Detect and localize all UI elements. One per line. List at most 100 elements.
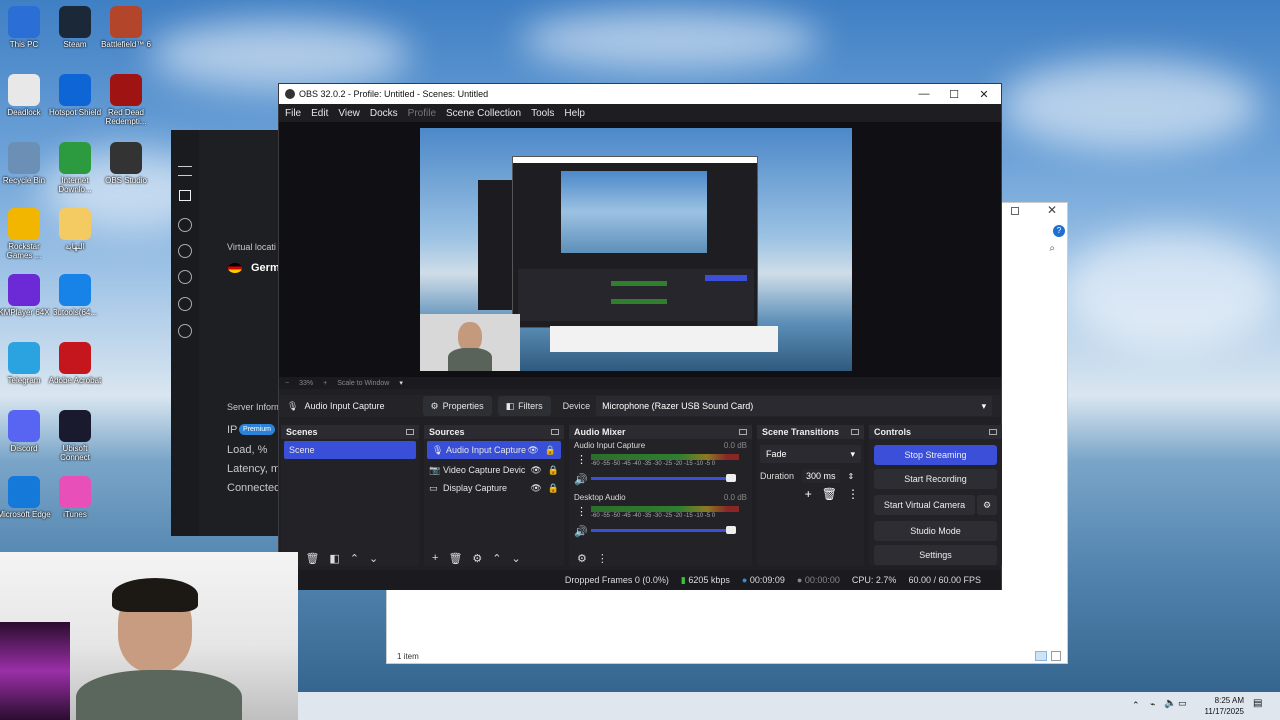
start-recording-button[interactable]: Start Recording <box>874 469 997 489</box>
desktop-icon[interactable]: Internet Downlo... <box>47 142 103 194</box>
menu-tools[interactable]: Tools <box>531 108 554 119</box>
desktop-icon[interactable]: Battlefield™ 6 <box>98 6 154 49</box>
menu-help[interactable]: Help <box>564 108 585 119</box>
remove-source-button[interactable]: 🗑 <box>448 552 462 565</box>
minimize-button[interactable]: — <box>909 84 939 104</box>
desktop-icon[interactable]: Red Dead Redempti... <box>98 74 154 126</box>
zoom-in-button[interactable]: + <box>323 380 327 387</box>
move-down-icon[interactable]: ⌄ <box>369 552 378 565</box>
menu-edit[interactable]: Edit <box>311 108 328 119</box>
speaker-icon[interactable]: 🔊 <box>574 525 588 538</box>
dock-float-icon[interactable] <box>851 429 859 435</box>
scale-mode[interactable]: Scale to Window <box>337 380 389 387</box>
eye-icon[interactable]: 👁 <box>530 483 541 494</box>
device-select[interactable]: Microphone (Razer USB Sound Card) ▾ <box>596 396 993 416</box>
source-item-audio[interactable]: 🎙 Audio Input Capture 👁 🔒 <box>427 441 561 459</box>
preview-canvas[interactable] <box>420 128 852 371</box>
remove-transition-button[interactable]: 🗑 <box>822 487 837 501</box>
settings-button[interactable]: Settings <box>874 545 997 565</box>
remove-scene-button[interactable]: 🗑 <box>305 552 319 565</box>
stop-streaming-button[interactable]: Stop Streaming <box>874 445 997 465</box>
close-button[interactable]: ✕ <box>969 84 999 104</box>
speaker-icon[interactable]: 🔊 <box>574 473 588 486</box>
notifications-icon[interactable]: ▤ <box>1253 698 1262 709</box>
properties-button[interactable]: ⚙ Properties <box>422 396 492 416</box>
transition-menu-icon[interactable]: ⋮ <box>847 487 859 501</box>
desktop-icon[interactable]: This PC <box>0 6 52 49</box>
desktop-icon[interactable]: Recycle Bin <box>0 142 52 185</box>
info-icon[interactable] <box>178 270 192 284</box>
dock-float-icon[interactable] <box>739 429 747 435</box>
dock-float-icon[interactable] <box>989 429 997 435</box>
source-item-video[interactable]: 📷 Video Capture Devic 👁 🔒 <box>424 461 564 479</box>
zoom-out-button[interactable]: − <box>285 380 289 387</box>
desktop-icon[interactable]: OBS Studio <box>98 142 154 185</box>
eye-icon[interactable]: 👁 <box>530 465 541 476</box>
menu-file[interactable]: File <box>285 108 301 119</box>
virtual-camera-settings-icon[interactable]: ⚙ <box>977 495 997 515</box>
scene-filter-icon[interactable]: ◧ <box>329 552 339 565</box>
desktop-icon[interactable]: 3utools(64... <box>47 274 103 317</box>
source-settings-icon[interactable]: ⚙ <box>472 552 482 565</box>
maximize-icon[interactable] <box>1011 207 1019 215</box>
advanced-audio-icon[interactable]: ⚙ <box>577 552 587 565</box>
home-icon[interactable] <box>179 190 191 201</box>
menu-scene-collection[interactable]: Scene Collection <box>446 108 521 119</box>
studio-mode-button[interactable]: Studio Mode <box>874 521 997 541</box>
mixer-menu-icon[interactable]: ⋮ <box>597 552 608 565</box>
move-up-icon[interactable]: ⌃ <box>350 552 359 565</box>
gear-icon[interactable] <box>178 324 192 338</box>
source-item-display[interactable]: ▭ Display Capture 👁 🔒 <box>424 479 564 497</box>
volume-slider[interactable] <box>591 477 731 480</box>
maximize-button[interactable]: ☐ <box>939 84 969 104</box>
battery-icon[interactable]: ▭ <box>1178 698 1187 709</box>
menu-docks[interactable]: Docks <box>370 108 398 119</box>
volume-slider-handle[interactable] <box>726 526 736 534</box>
details-view-icon[interactable] <box>1035 651 1047 661</box>
add-transition-button[interactable]: + <box>805 487 812 501</box>
clock[interactable]: 8:25 AM 11/17/2025 <box>1196 695 1244 717</box>
dock-float-icon[interactable] <box>551 429 559 435</box>
lock-icon[interactable]: 🔒 <box>545 445 556 456</box>
search-icon[interactable]: ⌕ <box>1049 243 1055 254</box>
desktop-icon[interactable]: Rockstar Games ... <box>0 208 52 260</box>
menu-icon[interactable] <box>178 166 192 176</box>
speed-icon[interactable] <box>178 218 192 232</box>
desktop-icon[interactable]: Deadlock <box>0 74 52 117</box>
duration-stepper[interactable]: ⇕ <box>848 472 855 481</box>
lock-icon[interactable]: 🔒 <box>548 465 559 476</box>
volume-icon[interactable]: 🔈 <box>1164 698 1176 709</box>
desktop-icon[interactable]: KMPlayer 64X <box>0 274 52 317</box>
volume-slider[interactable] <box>591 529 731 532</box>
help-icon[interactable]: ? <box>1053 225 1065 237</box>
desktop-icon[interactable]: ﺍﻟﻨﻬﺎﻳﺔ <box>47 208 103 251</box>
user-icon[interactable] <box>178 244 192 258</box>
network-icon[interactable]: ⌁ <box>1150 699 1155 710</box>
desktop-icon[interactable]: Adobe Acrobat <box>47 342 103 385</box>
desktop-icon[interactable]: Discord <box>0 410 52 453</box>
volume-slider-handle[interactable] <box>726 474 736 482</box>
desktop-icon[interactable]: Hotspot Shield <box>47 74 103 117</box>
transition-select[interactable]: Fade ▾ <box>760 445 861 463</box>
lock-icon[interactable]: 🔒 <box>548 483 559 494</box>
tiles-view-icon[interactable] <box>1051 651 1061 661</box>
desktop-icon[interactable]: Ubisoft Connect <box>47 410 103 462</box>
filters-button[interactable]: ◧ Filters <box>497 396 551 416</box>
tray-expand-icon[interactable]: ⌃ <box>1132 700 1140 711</box>
close-icon[interactable]: ✕ <box>1047 203 1057 217</box>
desktop-icon[interactable]: Steam <box>47 6 103 49</box>
start-virtual-camera-button[interactable]: Start Virtual Camera <box>874 495 975 515</box>
help-icon[interactable] <box>178 297 192 311</box>
desktop-icon[interactable]: Microsoft Edge <box>0 476 52 519</box>
move-down-icon[interactable]: ⌄ <box>512 552 521 565</box>
menu-view[interactable]: View <box>338 108 360 119</box>
desktop-icon[interactable]: Telegram <box>0 342 52 385</box>
channel-menu-icon[interactable]: ⋮ <box>576 453 587 466</box>
channel-menu-icon[interactable]: ⋮ <box>576 505 587 518</box>
desktop-icon[interactable]: iTunes <box>47 476 103 519</box>
eye-icon[interactable]: 👁 <box>527 445 538 456</box>
scale-dropdown-icon[interactable]: ▾ <box>399 379 403 387</box>
menu-profile[interactable]: Profile <box>408 108 436 119</box>
scene-item[interactable]: Scene <box>284 441 416 459</box>
add-source-button[interactable]: + <box>432 552 438 564</box>
